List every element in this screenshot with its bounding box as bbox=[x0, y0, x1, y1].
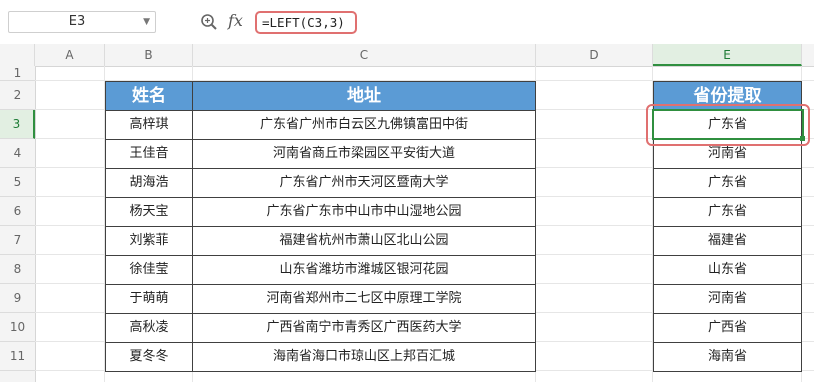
table-cell-address[interactable]: 海南省海口市琼山区上邦百汇城 bbox=[192, 342, 536, 372]
row-header[interactable]: 7 bbox=[0, 226, 35, 255]
table-cell-address[interactable]: 广西省南宁市青秀区广西医药大学 bbox=[192, 313, 536, 343]
table-cell-address[interactable]: 福建省杭州市萧山区北山公园 bbox=[192, 226, 536, 256]
table-cell-name[interactable]: 胡海浩 bbox=[105, 168, 193, 198]
fx-icon[interactable]: fx bbox=[228, 11, 243, 30]
table-cell-name[interactable]: 徐佳莹 bbox=[105, 255, 193, 285]
column-header-bar: A B C D E bbox=[0, 44, 814, 67]
zoom-icon[interactable] bbox=[200, 13, 218, 31]
table-cell-name[interactable]: 王佳音 bbox=[105, 139, 193, 169]
table-cell-province[interactable]: 广东省 bbox=[653, 168, 802, 198]
chevron-down-icon[interactable]: ▼ bbox=[143, 15, 150, 29]
select-all-corner[interactable] bbox=[0, 44, 35, 66]
row-header[interactable]: 6 bbox=[0, 197, 35, 226]
row-header-selected[interactable]: 3 bbox=[0, 110, 35, 139]
table-cell-name[interactable]: 夏冬冬 bbox=[105, 342, 193, 372]
row-header[interactable]: 9 bbox=[0, 284, 35, 313]
table-header-name[interactable]: 姓名 bbox=[105, 81, 193, 111]
table-cell-address[interactable]: 广东省广州市白云区九佛镇富田中街 bbox=[192, 110, 536, 140]
row-header-bar: 1 2 3 4 5 6 7 8 9 10 11 bbox=[0, 66, 36, 382]
column-header-e[interactable]: E bbox=[653, 44, 802, 66]
table-cell-province[interactable]: 海南省 bbox=[653, 342, 802, 372]
name-box-value: E3 bbox=[68, 14, 86, 29]
table-header-address[interactable]: 地址 bbox=[192, 81, 536, 111]
column-header-a[interactable]: A bbox=[35, 44, 105, 66]
formula-bar-area: E3 ▼ fx =LEFT(C3,3) bbox=[0, 0, 814, 45]
row-header[interactable]: 4 bbox=[0, 139, 35, 168]
table-cell-name[interactable]: 杨天宝 bbox=[105, 197, 193, 227]
table-cell-province[interactable]: 广西省 bbox=[653, 313, 802, 343]
row-header[interactable]: 5 bbox=[0, 168, 35, 197]
row-header[interactable]: 8 bbox=[0, 255, 35, 284]
row-header[interactable]: 11 bbox=[0, 342, 35, 371]
table-cell-name[interactable]: 刘紫菲 bbox=[105, 226, 193, 256]
table-cell-province[interactable]: 福建省 bbox=[653, 226, 802, 256]
column-header-d[interactable]: D bbox=[536, 44, 653, 66]
table-cell-province[interactable]: 广东省 bbox=[653, 197, 802, 227]
table-cell-name[interactable]: 于萌萌 bbox=[105, 284, 193, 314]
table-cell-address[interactable]: 河南省商丘市梁园区平安街大道 bbox=[192, 139, 536, 169]
table-cell-address[interactable]: 广东省广州市天河区暨南大学 bbox=[192, 168, 536, 198]
highlight-box bbox=[646, 104, 810, 146]
formula-input[interactable]: =LEFT(C3,3) bbox=[255, 11, 357, 34]
column-header-b[interactable]: B bbox=[105, 44, 193, 66]
row-header[interactable]: 1 bbox=[0, 66, 35, 81]
row-header[interactable]: 2 bbox=[0, 81, 35, 110]
table-cell-name[interactable]: 高梓琪 bbox=[105, 110, 193, 140]
row-header[interactable]: 10 bbox=[0, 313, 35, 342]
table-cell-address[interactable]: 山东省潍坊市潍城区银河花园 bbox=[192, 255, 536, 285]
table-cell-province[interactable]: 山东省 bbox=[653, 255, 802, 285]
name-box[interactable]: E3 ▼ bbox=[8, 11, 156, 33]
table-cell-name[interactable]: 高秋凌 bbox=[105, 313, 193, 343]
table-cell-address[interactable]: 广东省广东市中山市中山湿地公园 bbox=[192, 197, 536, 227]
table-cell-province[interactable]: 河南省 bbox=[653, 284, 802, 314]
table-cell-address[interactable]: 河南省郑州市二七区中原理工学院 bbox=[192, 284, 536, 314]
column-header-c[interactable]: C bbox=[193, 44, 536, 66]
